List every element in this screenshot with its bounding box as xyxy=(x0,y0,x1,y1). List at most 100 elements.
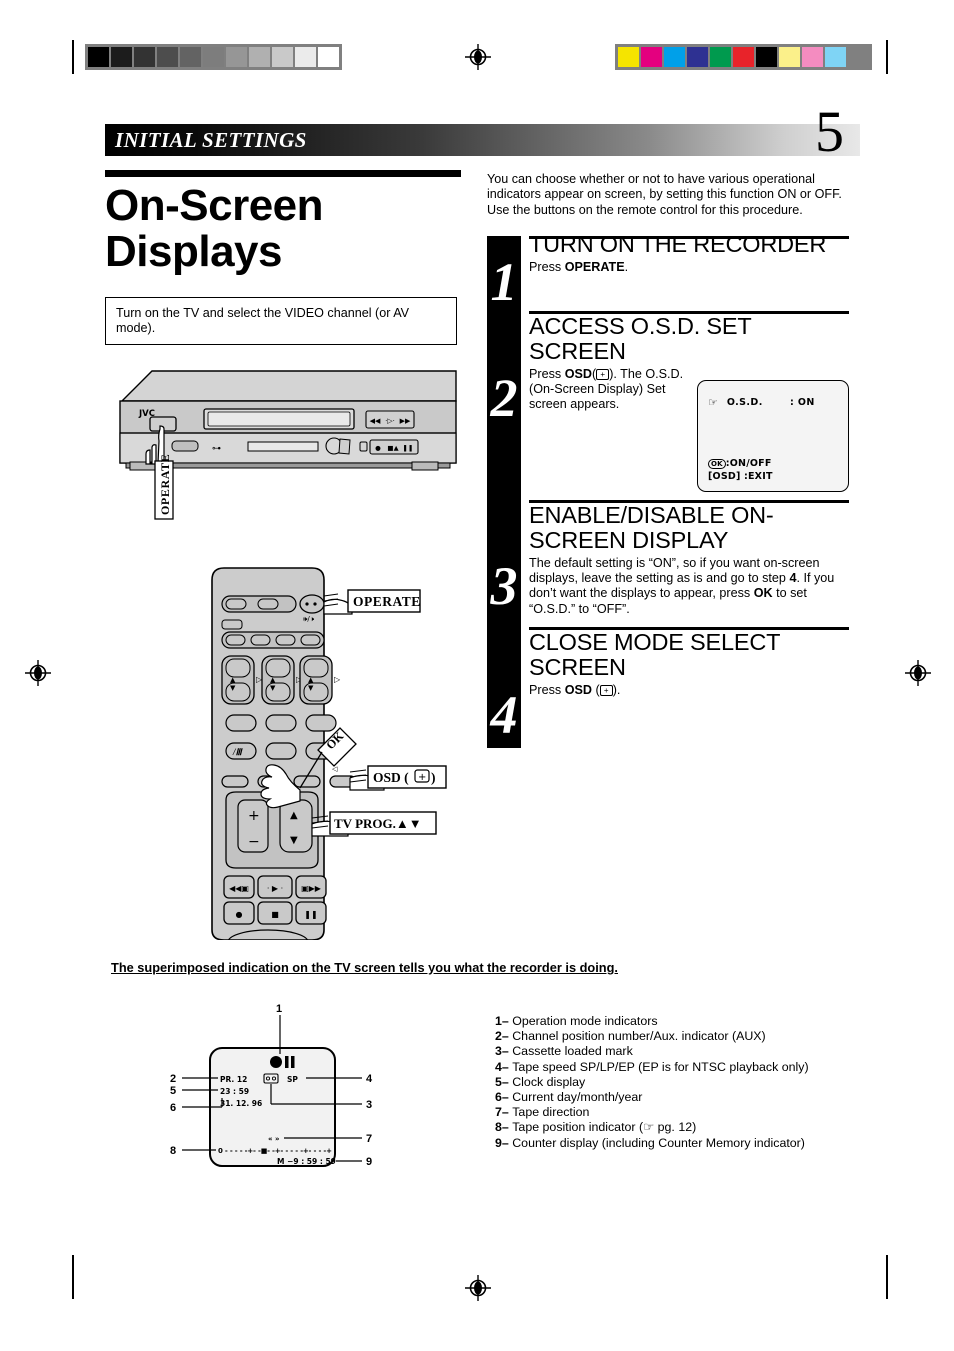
step-4-body-pre: Press xyxy=(529,683,565,697)
operate-callout-label: OPERATE xyxy=(158,454,172,515)
registration-target-icon-top xyxy=(465,44,491,70)
superimposed-indication-note: The superimposed indication on the TV sc… xyxy=(111,960,618,975)
ok-key-icon: OK xyxy=(708,459,726,469)
legend-item-5-text: Clock display xyxy=(512,1074,586,1089)
svg-text:▼: ▼ xyxy=(290,835,298,846)
osd-footer: OK:ON/OFF [OSD] :EXIT xyxy=(708,458,773,482)
crop-mark-bottom-left xyxy=(72,1255,74,1299)
callout-osd: OSD ( + ) xyxy=(349,765,447,791)
step-2-body-bold: OSD xyxy=(564,367,592,381)
legend-item-1-number: 1– xyxy=(495,1014,513,1028)
chapter-title: INITIAL SETTINGS xyxy=(115,128,307,152)
osd-set-screen-preview: ☞ O.S.D. : ON OK:ON/OFF [OSD] :EXIT xyxy=(697,380,849,492)
rewind-icon: ◀◀ xyxy=(370,417,381,425)
tv-screen-osd-diagram: PR. 12 23 : 59 31. 12. 96 SP « » 0 - - -… xyxy=(150,1000,420,1185)
stop-eject-icon: ■▲ xyxy=(387,444,398,452)
jack-icon: ⊶ xyxy=(212,444,221,454)
remote-record-icon: ● xyxy=(236,910,243,919)
color-swatch-0 xyxy=(618,47,639,67)
tv-setup-note: Turn on the TV and select the VIDEO chan… xyxy=(105,297,457,345)
display-window xyxy=(247,441,319,452)
gray-swatch-2 xyxy=(134,47,155,67)
legend-item-2-text: Channel position number/Aux. indicator (… xyxy=(512,1029,766,1044)
chapter-header-band: INITIAL SETTINGS xyxy=(105,124,860,156)
svg-text:▲: ▲ xyxy=(290,810,298,821)
gray-swatch-5 xyxy=(203,47,224,67)
remote-stop-icon: ■ xyxy=(271,910,279,919)
screen-channel: PR. 12 xyxy=(220,1075,247,1084)
page-title: On-Screen Displays xyxy=(105,181,324,276)
step-2: ACCESS O.S.D. SET SCREEN Press OSD(+). T… xyxy=(529,314,751,413)
legend-item-9: 9– Counter display (including Counter Me… xyxy=(495,1136,855,1151)
fast-forward-icon: ▶▶ xyxy=(400,417,411,425)
callout-num-9: 9 xyxy=(366,1156,372,1168)
svg-text:+: + xyxy=(248,808,260,824)
svg-text:▼: ▼ xyxy=(230,684,236,692)
svg-text:▲: ▲ xyxy=(308,676,314,684)
pause-indicator-icon-b xyxy=(291,1056,295,1068)
legend-item-1-text: Operation mode indicators xyxy=(512,1014,658,1028)
step-2-heading: ACCESS O.S.D. SET SCREEN xyxy=(529,313,752,364)
osd-footer-line1-text: :ON/OFF xyxy=(725,458,772,469)
legend-item-4: 4– Tape speed SP/LP/EP (EP is for NTSC p… xyxy=(495,1060,855,1075)
svg-text:◁: ◁ xyxy=(332,765,338,773)
remote-operate-button xyxy=(299,594,325,614)
color-swatch-7 xyxy=(779,47,800,67)
print-calibration-strip xyxy=(0,0,954,100)
callout-num-4: 4 xyxy=(366,1073,373,1085)
legend-item-7-number: 7– xyxy=(495,1105,513,1120)
callout-num-5: 5 xyxy=(170,1085,176,1097)
svg-text:▲: ▲ xyxy=(270,676,276,684)
callout-num-8: 8 xyxy=(170,1145,176,1157)
registration-target-icon-left xyxy=(25,660,51,686)
step-1-body-post: . xyxy=(624,260,629,274)
callout-tv-prog: TV PROG.▲▼ xyxy=(311,811,437,837)
step-4-body-post: (+). xyxy=(592,683,621,697)
osd-plus-icon-inline: + xyxy=(596,369,610,381)
gray-swatch-0 xyxy=(88,47,109,67)
legend-item-5: 5– Clock display xyxy=(495,1075,855,1090)
gray-swatch-7 xyxy=(249,47,270,67)
legend-item-6-number: 6– xyxy=(495,1090,513,1105)
legend-item-7-text: Tape direction xyxy=(512,1105,590,1120)
legend-list: 1– Operation mode indicators 2– Channel p… xyxy=(495,1014,855,1151)
svg-text:−: − xyxy=(248,834,260,850)
step-2-body: Press OSD(+). The O.S.D. (On-Screen Disp… xyxy=(529,367,695,413)
remote-pause-icon: ❚❚ xyxy=(304,910,317,919)
screen-direction: « » xyxy=(268,1135,279,1143)
svg-text:▷: ▷ xyxy=(334,675,341,684)
mute-icon: 🕪/🕨 xyxy=(303,615,315,623)
osd-row: ☞ O.S.D. : ON xyxy=(708,396,836,409)
color-swatch-1 xyxy=(641,47,662,67)
legend-item-4-text: Tape speed SP/LP/EP (EP is for NTSC play… xyxy=(512,1059,809,1074)
step-number-rail xyxy=(487,236,521,748)
gray-swatch-6 xyxy=(226,47,247,67)
registration-target-icon-bottom xyxy=(465,1275,491,1301)
pause-icon: ❚❚ xyxy=(403,444,414,452)
play-icon: ·▷· xyxy=(385,417,395,425)
color-swatch-9 xyxy=(825,47,846,67)
grayscale-calibration-bar xyxy=(85,44,342,70)
color-swatch-2 xyxy=(664,47,685,67)
left-column: On-Screen Displays Turn on the TV and se… xyxy=(105,170,470,345)
gray-swatch-1 xyxy=(111,47,132,67)
screen-date: 31. 12. 96 xyxy=(220,1099,262,1108)
color-swatch-5 xyxy=(733,47,754,67)
step-number-2: 2 xyxy=(490,368,518,428)
callout-tv-prog-label: TV PROG.▲▼ xyxy=(334,816,422,831)
step-4-body: Press OSD (+). xyxy=(529,683,849,698)
record-icon: ● xyxy=(375,444,381,452)
gray-swatch-4 xyxy=(180,47,201,67)
crop-mark-right xyxy=(886,40,888,74)
remote-rewind-icon: ◀◀▣ xyxy=(229,884,249,893)
pause-indicator-icon-a xyxy=(285,1056,289,1068)
osd-footer-line1: OK:ON/OFF xyxy=(708,458,773,471)
legend-item-2: 2– Channel position number/Aux. indicato… xyxy=(495,1029,855,1044)
legend-item-6: 6– Current day/month/year xyxy=(495,1090,855,1105)
step-number-1: 1 xyxy=(490,252,518,312)
legend-item-5-number: 5– xyxy=(495,1074,513,1089)
step-1-heading: TURN ON THE RECORDER xyxy=(529,231,827,257)
color-swatch-8 xyxy=(802,47,823,67)
crop-mark-bottom-right xyxy=(886,1255,888,1299)
svg-text:▲: ▲ xyxy=(230,676,236,684)
